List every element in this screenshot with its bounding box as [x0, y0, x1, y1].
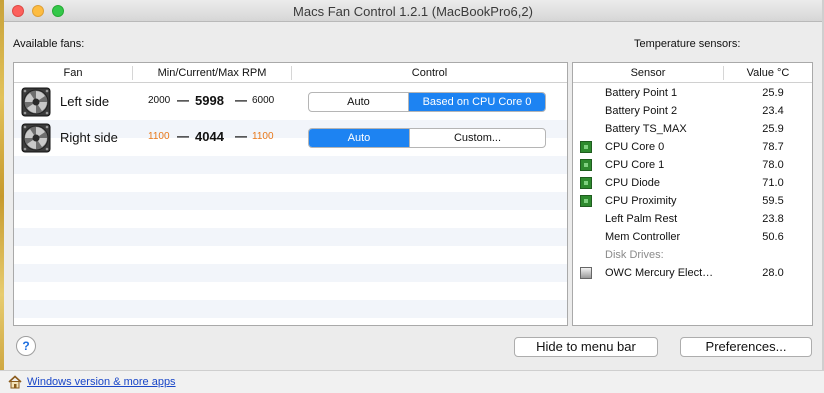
sensor-name: Left Palm Rest: [605, 213, 678, 225]
sensor-column-header[interactable]: Sensor: [573, 67, 723, 79]
windows-version-link[interactable]: Windows version & more apps: [27, 376, 176, 388]
sensor-row[interactable]: Battery TS_MAX 25.9: [573, 120, 812, 138]
sensor-group-header: Disk Drives:: [573, 246, 812, 264]
sensor-value: 28.0: [762, 267, 784, 279]
fan-max-rpm: 6000: [252, 95, 275, 106]
hide-to-menu-bar-button[interactable]: Hide to menu bar: [514, 337, 658, 357]
sensor-name: CPU Core 0: [605, 141, 665, 153]
sensor-row[interactable]: CPU Diode 71.0: [573, 174, 812, 192]
sensor-row[interactable]: Left Palm Rest 23.8: [573, 210, 812, 228]
temperature-sensors-label: Temperature sensors:: [634, 38, 741, 50]
sensor-row[interactable]: Battery Point 1 25.9: [573, 84, 812, 102]
home-icon: [8, 375, 22, 389]
control-column-header[interactable]: Control: [292, 67, 567, 79]
rpm-column-header[interactable]: Min/Current/Max RPM: [133, 67, 291, 79]
row-stripe: [14, 264, 567, 282]
value-column-header[interactable]: Value °C: [724, 67, 812, 79]
fans-table: Fan Min/Current/Max RPM Control Left sid…: [13, 62, 568, 326]
fan-control-segmented: Auto Custom...: [308, 128, 546, 148]
sensor-group-label: Disk Drives:: [605, 249, 664, 261]
title-bar[interactable]: Macs Fan Control 1.2.1 (MacBookPro6,2): [4, 0, 822, 22]
fan-name: Left side: [60, 94, 110, 109]
fan-icon: [21, 87, 51, 117]
disk-icon: [580, 267, 592, 279]
sensor-value: 78.0: [762, 159, 784, 171]
sensor-value: 25.9: [762, 87, 784, 99]
chip-icon: [580, 159, 592, 171]
sensor-name: Battery Point 2: [605, 105, 678, 117]
sensor-name: OWC Mercury Elect…: [605, 267, 714, 279]
row-stripe: [14, 192, 567, 210]
auto-control-button[interactable]: Auto: [309, 93, 409, 111]
sensor-table-header: Sensor Value °C: [573, 63, 812, 83]
sensor-value: 71.0: [762, 177, 784, 189]
fan-icon: [21, 123, 51, 153]
fan-min-rpm: 2000: [148, 95, 171, 106]
help-button[interactable]: ?: [16, 336, 36, 356]
sensor-value: 23.8: [762, 213, 784, 225]
sensor-row[interactable]: CPU Core 0 78.7: [573, 138, 812, 156]
fan-column-header[interactable]: Fan: [14, 67, 132, 79]
rpm-separator: —: [177, 129, 189, 143]
fan-name: Right side: [60, 130, 118, 145]
row-stripe: [14, 228, 567, 246]
fan-row-left-side[interactable]: Left side 2000 — 5998 — 6000 Auto Based …: [14, 84, 567, 120]
window-title: Macs Fan Control 1.2.1 (MacBookPro6,2): [293, 4, 533, 19]
sensor-name: CPU Proximity: [605, 195, 677, 207]
sensor-name: Mem Controller: [605, 231, 681, 243]
sensor-value: 50.6: [762, 231, 784, 243]
fan-row-right-side[interactable]: Right side 1100 — 4044 — 1100 Auto Custo…: [14, 120, 567, 156]
preferences-button[interactable]: Preferences...: [680, 337, 812, 357]
sensor-row[interactable]: CPU Core 1 78.0: [573, 156, 812, 174]
chip-icon: [580, 177, 592, 189]
fans-table-header: Fan Min/Current/Max RPM Control: [14, 63, 567, 83]
sensor-based-control-button[interactable]: Based on CPU Core 0: [409, 93, 545, 111]
footer-bar: Windows version & more apps: [0, 370, 824, 393]
sensor-row[interactable]: Battery Point 2 23.4: [573, 102, 812, 120]
fan-current-rpm: 4044: [195, 129, 224, 144]
sensor-name: Battery TS_MAX: [605, 123, 687, 135]
available-fans-label: Available fans:: [13, 38, 85, 50]
sensor-value: 25.9: [762, 123, 784, 135]
rpm-separator: —: [235, 93, 247, 107]
sensor-row[interactable]: Mem Controller 50.6: [573, 228, 812, 246]
rpm-separator: —: [177, 93, 189, 107]
chip-icon: [580, 141, 592, 153]
app-window: Macs Fan Control 1.2.1 (MacBookPro6,2) A…: [4, 0, 822, 370]
fan-max-rpm: 1100: [252, 131, 274, 142]
auto-control-button[interactable]: Auto: [309, 129, 409, 147]
sensor-row[interactable]: OWC Mercury Elect… 28.0: [573, 264, 812, 282]
fan-min-rpm: 1100: [148, 131, 170, 142]
chip-icon: [580, 195, 592, 207]
sensor-name: Battery Point 1: [605, 87, 678, 99]
sensor-table: Sensor Value °C Battery Point 1 25.9 Batte…: [572, 62, 813, 326]
row-stripe: [14, 300, 567, 318]
sensor-name: CPU Diode: [605, 177, 661, 189]
row-stripe: [14, 156, 567, 174]
custom-control-button[interactable]: Custom...: [409, 129, 545, 147]
fan-control-segmented: Auto Based on CPU Core 0: [308, 92, 546, 112]
rpm-separator: —: [235, 129, 247, 143]
sensor-value: 78.7: [762, 141, 784, 153]
sensor-name: CPU Core 1: [605, 159, 665, 171]
sensor-row[interactable]: CPU Proximity 59.5: [573, 192, 812, 210]
sensor-value: 23.4: [762, 105, 784, 117]
fan-current-rpm: 5998: [195, 93, 224, 108]
sensor-value: 59.5: [762, 195, 784, 207]
